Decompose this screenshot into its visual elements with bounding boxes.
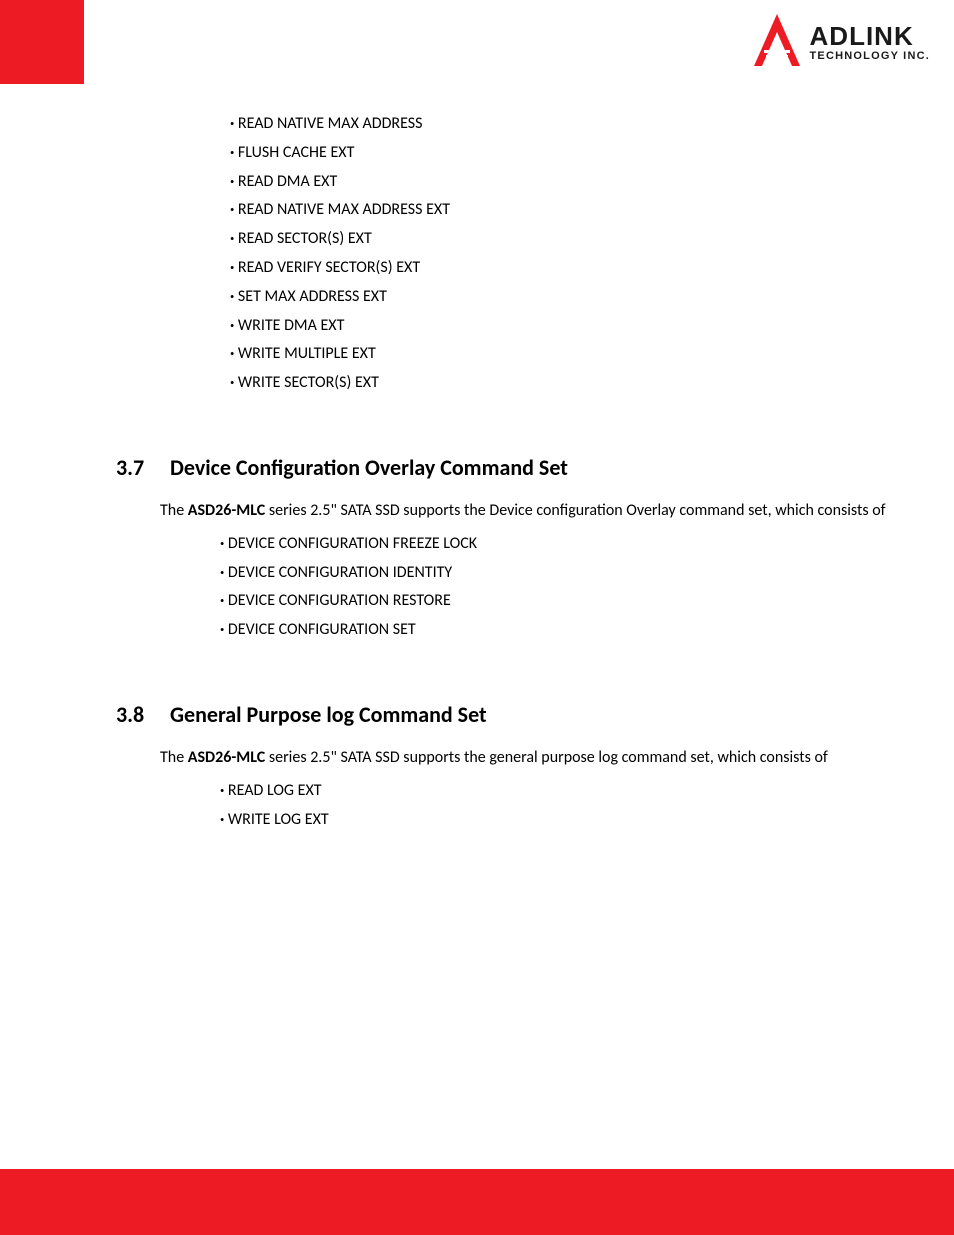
text: series 2.5" SATA SSD supports the genera… — [265, 748, 828, 767]
brand-name: ADLINK — [810, 23, 930, 49]
list-item: WRITE MULTIPLE EXT — [230, 340, 918, 369]
list-item: DEVICE CONFIGURATION IDENTITY — [220, 559, 918, 588]
list-item: SET MAX ADDRESS EXT — [230, 283, 918, 312]
section-heading: 3.7 Device Configuration Overlay Command… — [116, 454, 918, 481]
brand-subtitle: TECHNOLOGY INC. — [810, 51, 930, 62]
section-command-list: READ LOG EXT WRITE LOG EXT — [220, 777, 918, 835]
list-item: READ LOG EXT — [220, 777, 918, 806]
list-item: WRITE LOG EXT — [220, 806, 918, 835]
page-content: READ NATIVE MAX ADDRESS FLUSH CACHE EXT … — [0, 110, 954, 834]
top-command-list: READ NATIVE MAX ADDRESS FLUSH CACHE EXT … — [230, 110, 918, 398]
list-item: READ NATIVE MAX ADDRESS — [230, 110, 918, 139]
list-item: WRITE SECTOR(S) EXT — [230, 369, 918, 398]
list-item: DEVICE CONFIGURATION FREEZE LOCK — [220, 530, 918, 559]
page: ADLINK TECHNOLOGY INC. READ NATIVE MAX A… — [0, 0, 954, 1235]
header-red-square — [0, 0, 84, 84]
brand-mark-icon — [754, 14, 800, 71]
list-item: FLUSH CACHE EXT — [230, 139, 918, 168]
list-item: DEVICE CONFIGURATION SET — [220, 616, 918, 645]
section-body: The ASD26-MLC series 2.5" SATA SSD suppo… — [116, 744, 918, 834]
section-paragraph: The ASD26-MLC series 2.5" SATA SSD suppo… — [160, 497, 918, 526]
section-command-list: DEVICE CONFIGURATION FREEZE LOCK DEVICE … — [220, 530, 918, 645]
list-item: WRITE DMA EXT — [230, 312, 918, 341]
section-3-7: 3.7 Device Configuration Overlay Command… — [36, 454, 918, 645]
section-number: 3.7 — [116, 454, 150, 481]
text: series 2.5" SATA SSD supports the Device… — [265, 501, 885, 520]
brand-text: ADLINK TECHNOLOGY INC. — [810, 23, 930, 62]
list-item: READ DMA EXT — [230, 168, 918, 197]
product-name: ASD26-MLC — [188, 748, 265, 767]
text: The — [160, 748, 188, 767]
list-item: DEVICE CONFIGURATION RESTORE — [220, 587, 918, 616]
section-body: The ASD26-MLC series 2.5" SATA SSD suppo… — [116, 497, 918, 645]
list-item: READ VERIFY SECTOR(S) EXT — [230, 254, 918, 283]
section-title: Device Configuration Overlay Command Set — [170, 454, 568, 481]
section-number: 3.8 — [116, 701, 150, 728]
section-paragraph: The ASD26-MLC series 2.5" SATA SSD suppo… — [160, 744, 918, 773]
section-3-8: 3.8 General Purpose log Command Set The … — [36, 701, 918, 834]
product-name: ASD26-MLC — [188, 501, 265, 520]
brand-logo: ADLINK TECHNOLOGY INC. — [754, 14, 930, 71]
footer-red-bar — [0, 1169, 954, 1235]
section-title: General Purpose log Command Set — [170, 701, 487, 728]
list-item: READ NATIVE MAX ADDRESS EXT — [230, 196, 918, 225]
text: The — [160, 501, 188, 520]
list-item: READ SECTOR(S) EXT — [230, 225, 918, 254]
section-heading: 3.8 General Purpose log Command Set — [116, 701, 918, 728]
